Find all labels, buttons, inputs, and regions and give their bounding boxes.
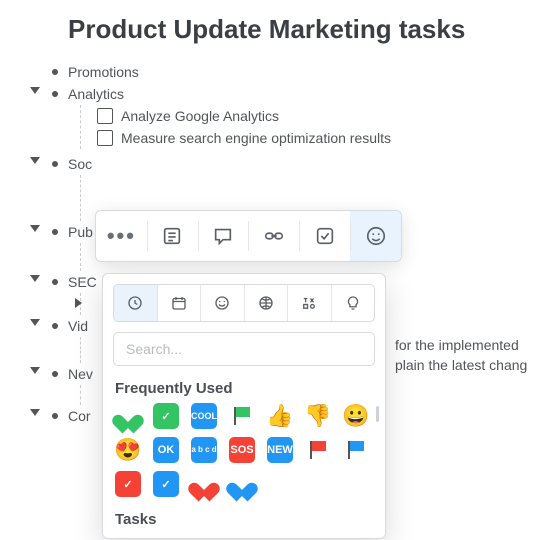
emoji-flag-green[interactable] (229, 403, 255, 429)
search-input[interactable] (113, 332, 375, 366)
tree-item-promotions[interactable]: Promotions (68, 61, 540, 83)
chevron-down-icon[interactable] (30, 409, 40, 416)
tab-recent[interactable] (114, 285, 157, 321)
emoji-picker: Frequently Used ✓ COOL 👍 👎 😀 😍 OK a b c … (102, 273, 386, 539)
emoji-heart-red[interactable] (191, 471, 217, 497)
bullet-icon (52, 371, 58, 377)
emoji-button[interactable] (350, 211, 401, 261)
checkbox-icon (314, 225, 336, 247)
emoji-thumbs-down[interactable]: 👎 (305, 403, 331, 429)
picker-tabs (113, 284, 375, 322)
tree-item-label: Nev (68, 366, 93, 382)
background-text: for the implemented plain the latest cha… (395, 335, 540, 376)
tab-symbols[interactable] (287, 285, 331, 321)
emoji-thumbs-up[interactable]: 👍 (267, 403, 293, 429)
symbols-icon (300, 294, 318, 312)
emoji-heart-eyes[interactable]: 😍 (115, 437, 141, 463)
tab-smileys[interactable] (200, 285, 244, 321)
emoji-ok[interactable]: OK (153, 437, 179, 463)
tree-item-label: SEC (68, 274, 97, 290)
tree-item-label: Vid (68, 318, 88, 334)
note-button[interactable] (147, 211, 198, 261)
bullet-icon (52, 413, 58, 419)
chevron-down-icon[interactable] (30, 87, 40, 94)
chevron-down-icon[interactable] (30, 275, 40, 282)
emoji-heart-green[interactable] (115, 403, 141, 429)
task-row[interactable]: Analyze Google Analytics (91, 105, 540, 127)
emoji-abcd[interactable]: a b c d (191, 437, 217, 463)
more-button[interactable]: ••• (96, 211, 147, 261)
emoji-new[interactable]: NEW (267, 437, 293, 463)
task-row[interactable]: Measure search engine optimization resul… (91, 127, 540, 149)
clock-icon (126, 294, 144, 312)
emoji-check-green[interactable]: ✓ (153, 403, 179, 429)
bullet-icon (52, 279, 58, 285)
emoji-sos[interactable]: SOS (229, 437, 255, 463)
tab-ideas[interactable] (331, 285, 375, 321)
scrollbar[interactable] (376, 406, 379, 422)
chevron-down-icon[interactable] (30, 367, 40, 374)
emoji-flag-blue[interactable] (343, 437, 369, 463)
link-button[interactable] (248, 211, 299, 261)
page-title: Product Update Marketing tasks (68, 14, 540, 45)
tree-item-label: Promotions (68, 64, 139, 80)
note-icon (161, 225, 183, 247)
tree-item-social[interactable]: Soc (68, 153, 540, 175)
comment-icon (212, 225, 234, 247)
bullet-icon (52, 69, 58, 75)
smile-icon (213, 294, 231, 312)
inline-toolbar: ••• (95, 210, 402, 262)
emoji-check-blue[interactable]: ✓ (153, 471, 179, 497)
bullet-icon (52, 161, 58, 167)
checkbox-icon[interactable] (97, 130, 113, 146)
chevron-down-icon[interactable] (30, 319, 40, 326)
checkbox-icon[interactable] (97, 108, 113, 124)
tree-item-label: Cor (68, 408, 91, 424)
emoji-grid-frequent: ✓ COOL 👍 👎 😀 😍 OK a b c d SOS NEW ✓ ✓ (115, 403, 373, 497)
chevron-right-icon[interactable] (75, 298, 82, 308)
tab-calendar[interactable] (157, 285, 201, 321)
comment-button[interactable] (198, 211, 249, 261)
tree-item-label: Pub (68, 224, 93, 240)
emoji-grin[interactable]: 😀 (343, 403, 369, 429)
checkbox-button[interactable] (299, 211, 350, 261)
smile-icon (365, 225, 387, 247)
chevron-down-icon[interactable] (30, 225, 40, 232)
section-tasks: Tasks (115, 511, 373, 528)
link-icon (263, 225, 285, 247)
bullet-icon (52, 229, 58, 235)
tree-item-analytics[interactable]: Analytics (68, 83, 540, 105)
emoji-search (113, 332, 375, 366)
bullet-icon (52, 91, 58, 97)
emoji-flag-red[interactable] (305, 437, 331, 463)
task-label: Analyze Google Analytics (121, 108, 279, 124)
emoji-check-red[interactable]: ✓ (115, 471, 141, 497)
bullet-icon (52, 323, 58, 329)
tree-item-label: Soc (68, 156, 92, 172)
emoji-cool[interactable]: COOL (191, 403, 217, 429)
lightbulb-icon (344, 294, 362, 312)
chevron-down-icon[interactable] (30, 157, 40, 164)
emoji-heart-blue[interactable] (229, 471, 255, 497)
section-frequent: Frequently Used (115, 380, 373, 397)
calendar-icon (170, 294, 188, 312)
tree-item-label: Analytics (68, 86, 124, 102)
basketball-icon (257, 294, 275, 312)
task-label: Measure search engine optimization resul… (121, 130, 391, 146)
tab-activity[interactable] (244, 285, 288, 321)
